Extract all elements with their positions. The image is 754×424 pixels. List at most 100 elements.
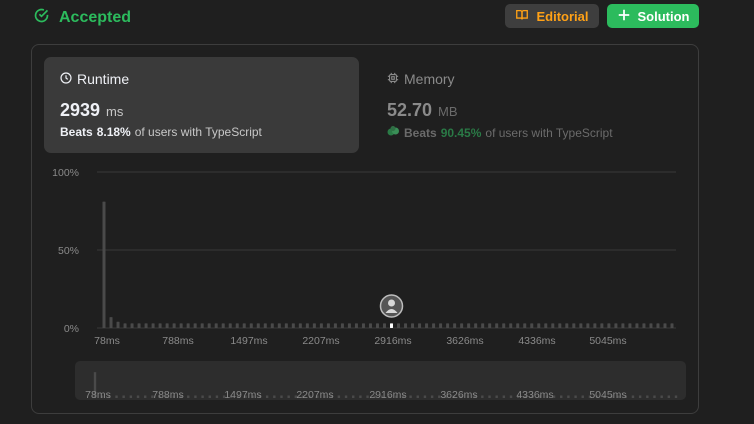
status-text: Accepted [59, 9, 132, 26]
navigator-bar [144, 395, 147, 398]
solution-button[interactable]: Solution [607, 4, 699, 28]
navigator-tick-label: 2916ms [369, 389, 406, 401]
navigator-bar [653, 395, 656, 398]
memory-beats-text: of users with TypeScript [485, 125, 613, 140]
plus-icon [617, 8, 631, 25]
navigator-bar [273, 395, 276, 398]
bar [305, 323, 309, 328]
navigator-bar [201, 395, 204, 398]
memory-card[interactable]: Memory 52.70 MB Beats 90.45% of users wi… [377, 57, 677, 153]
bar [130, 323, 134, 328]
bar [235, 323, 239, 328]
bar [221, 323, 225, 328]
bar [228, 323, 232, 328]
y-tick-label: 100% [52, 167, 79, 179]
leaf-icon [387, 125, 400, 140]
navigator-tick-label: 788ms [152, 389, 184, 401]
navigator-bar [280, 395, 283, 398]
bar [158, 323, 162, 328]
bar [411, 323, 415, 328]
bar [242, 323, 246, 328]
bar [558, 323, 562, 328]
navigator-bar [352, 395, 355, 398]
memory-beats-percent: 90.45% [440, 125, 482, 140]
bar [495, 323, 499, 328]
x-tick-label: 5045ms [589, 335, 626, 347]
runtime-metric: 2939 ms [60, 100, 123, 121]
navigator-bar [560, 395, 563, 398]
bar [368, 323, 372, 328]
navigator-bar [430, 395, 434, 398]
bar [284, 323, 288, 328]
bar [249, 323, 253, 328]
memory-header: Memory [387, 71, 455, 87]
navigator-bar [359, 395, 362, 398]
bar [102, 201, 106, 328]
memory-metric: 52.70 MB [387, 100, 458, 121]
bar [256, 323, 260, 328]
bar [544, 323, 548, 328]
runtime-beats-text: of users with TypeScript [134, 125, 262, 139]
bar [291, 323, 295, 328]
editorial-label: Editorial [536, 8, 589, 24]
bar [670, 323, 674, 328]
x-tick-label: 4336ms [518, 335, 555, 347]
bar [116, 321, 120, 328]
runtime-beats: Beats 8.18% of users with TypeScript [60, 125, 262, 139]
bar [186, 323, 190, 328]
bar [172, 323, 176, 328]
x-tick-label: 3626ms [446, 335, 483, 347]
navigator-tick-label: 3626ms [440, 389, 477, 401]
editorial-button[interactable]: Editorial [505, 4, 599, 28]
bar [642, 323, 646, 328]
bar [635, 323, 639, 328]
navigator-bar [509, 395, 513, 398]
runtime-value: 2939 [60, 100, 101, 120]
navigator-bar [423, 395, 427, 398]
solution-label: Solution [637, 8, 690, 24]
navigator-tick-label: 5045ms [589, 389, 626, 401]
memory-beats: Beats 90.45% of users with TypeScript [387, 125, 613, 140]
bar [572, 323, 576, 328]
y-tick-label: 50% [58, 245, 79, 257]
y-tick-label: 0% [64, 323, 79, 335]
bar [179, 323, 183, 328]
bar [425, 323, 429, 328]
runtime-card[interactable]: Runtime 2939 ms Beats 8.18% of users wit… [44, 57, 359, 153]
navigator-bar [638, 395, 642, 398]
bar-current-submission [390, 323, 394, 328]
navigator-tick-label: 1497ms [224, 389, 261, 401]
x-tick-label: 1497ms [230, 335, 267, 347]
accepted-status: Accepted [33, 7, 131, 29]
bar [144, 323, 148, 328]
bar [607, 323, 611, 328]
navigator-tick-label: 4336ms [516, 389, 553, 401]
navigator-bar [416, 395, 419, 398]
navigator-bar [488, 395, 491, 398]
runtime-title: Runtime [77, 71, 130, 87]
navigator-bar [660, 395, 663, 398]
navigator-bar [674, 395, 678, 398]
navigator-bar [136, 395, 140, 398]
bar [214, 323, 218, 328]
navigator-bar [129, 395, 133, 398]
bar [530, 323, 534, 328]
bar [628, 323, 632, 328]
bar [193, 323, 197, 328]
bar [397, 323, 401, 328]
bar [649, 323, 653, 328]
bar [200, 323, 204, 328]
navigator-bar [495, 395, 498, 398]
memory-beats-label: Beats [404, 125, 437, 140]
bar [340, 323, 344, 328]
navigator-bar [344, 395, 348, 398]
avatar-head [388, 299, 396, 307]
bar [312, 323, 316, 328]
bar [453, 323, 457, 328]
bar [298, 323, 302, 328]
x-tick-label: 78ms [94, 335, 120, 347]
navigator-bar [215, 395, 219, 398]
bar [551, 323, 555, 328]
bar [460, 323, 464, 328]
bar [614, 323, 618, 328]
